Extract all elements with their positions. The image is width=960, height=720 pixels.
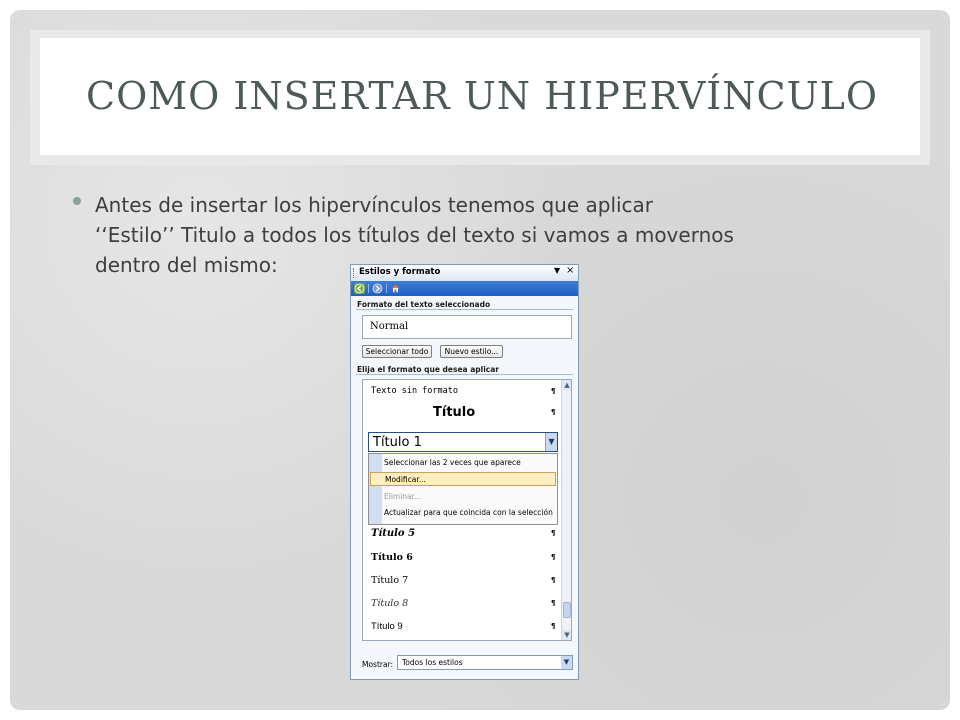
show-label: Mostrar: [362,660,394,669]
menu-item-select-occurrences[interactable]: Seleccionar las 2 veces que aparece [384,456,554,470]
task-pane-title: Estilos y formato [359,267,441,277]
divider [356,374,573,375]
scroll-up-icon[interactable]: ▲ [562,380,571,390]
show-filter-select[interactable]: Todos los estilos ▼ [397,655,573,670]
bullet-line-2: ‘‘Estilo’’ Titulo a todos los títulos de… [95,223,734,247]
bullet-dot-icon [73,197,81,205]
task-pane-menu-icon[interactable]: ▼ [554,266,560,275]
style-item-plain-text[interactable]: Texto sin formato ¶ [363,383,559,403]
close-icon[interactable]: × [566,265,574,276]
paragraph-mark-icon: ¶ [551,553,556,561]
slide-title: COMO INSERTAR UN HIPERVÍNCULO [86,74,879,118]
paragraph-mark-icon: ¶ [551,599,556,607]
styles-list-scrollbar[interactable]: ▲ ▼ [561,380,571,640]
task-pane-toolbar [351,281,578,296]
style-item-heading-1-label: Título 1 [373,435,422,450]
menu-item-update-to-match[interactable]: Actualizar para que coincida con la sele… [384,506,554,520]
menu-gutter [369,454,382,524]
task-pane-titlebar[interactable]: Estilos y formato ▼ × [351,265,578,282]
apply-format-heading: Elija el formato que desea aplicar [357,365,499,374]
home-icon[interactable] [390,283,401,294]
paragraph-mark-icon: ¶ [551,622,556,630]
style-context-menu: Seleccionar las 2 veces que aparece Modi… [368,453,558,525]
toolbar-separator [368,284,369,293]
styles-list: Texto sin formato ¶ Título ¶ Título 1 ▼ … [362,379,572,641]
current-format-value: Normal [370,321,409,332]
bullet-line-1: Antes de insertar los hipervínculos tene… [95,193,654,217]
scroll-down-icon[interactable]: ▼ [562,630,571,640]
paragraph-mark-icon: ¶ [551,408,556,416]
grip-icon[interactable] [353,268,356,278]
style-item-title[interactable]: Título ¶ [363,404,559,424]
paragraph-mark-icon: ¶ [551,387,556,395]
new-style-button[interactable]: Nuevo estilo... [440,345,503,358]
selected-format-heading: Formato del texto seleccionado [357,300,491,309]
forward-icon[interactable] [372,283,383,294]
style-item-heading-6[interactable]: Título 6 ¶ [363,549,559,569]
chevron-down-icon[interactable]: ▼ [545,433,557,451]
style-item-heading-7[interactable]: Título 7 ¶ [363,572,559,592]
menu-item-modify[interactable]: Modificar... [370,472,556,486]
chevron-down-icon[interactable]: ▼ [561,656,572,669]
style-item-heading-9[interactable]: Título 9 ¶ [363,618,559,638]
select-all-button[interactable]: Seleccionar todo [362,345,432,358]
current-format-box[interactable]: Normal [362,315,572,339]
toolbar-separator [386,284,387,293]
paragraph-mark-icon: ¶ [551,576,556,584]
scroll-thumb[interactable] [563,602,571,618]
paragraph-mark-icon: ¶ [551,529,556,537]
styles-task-pane: Estilos y formato ▼ × Formato del texto … [350,264,579,680]
style-item-heading-1[interactable]: Título 1 ▼ [368,432,558,452]
style-item-heading-8[interactable]: Título 8 ¶ [363,595,559,615]
style-item-heading-5[interactable]: Título 5 ¶ [363,525,559,545]
back-icon[interactable] [354,283,365,294]
show-filter-value: Todos los estilos [402,658,463,667]
menu-item-delete[interactable]: Eliminar... [384,490,554,504]
divider [356,309,573,310]
